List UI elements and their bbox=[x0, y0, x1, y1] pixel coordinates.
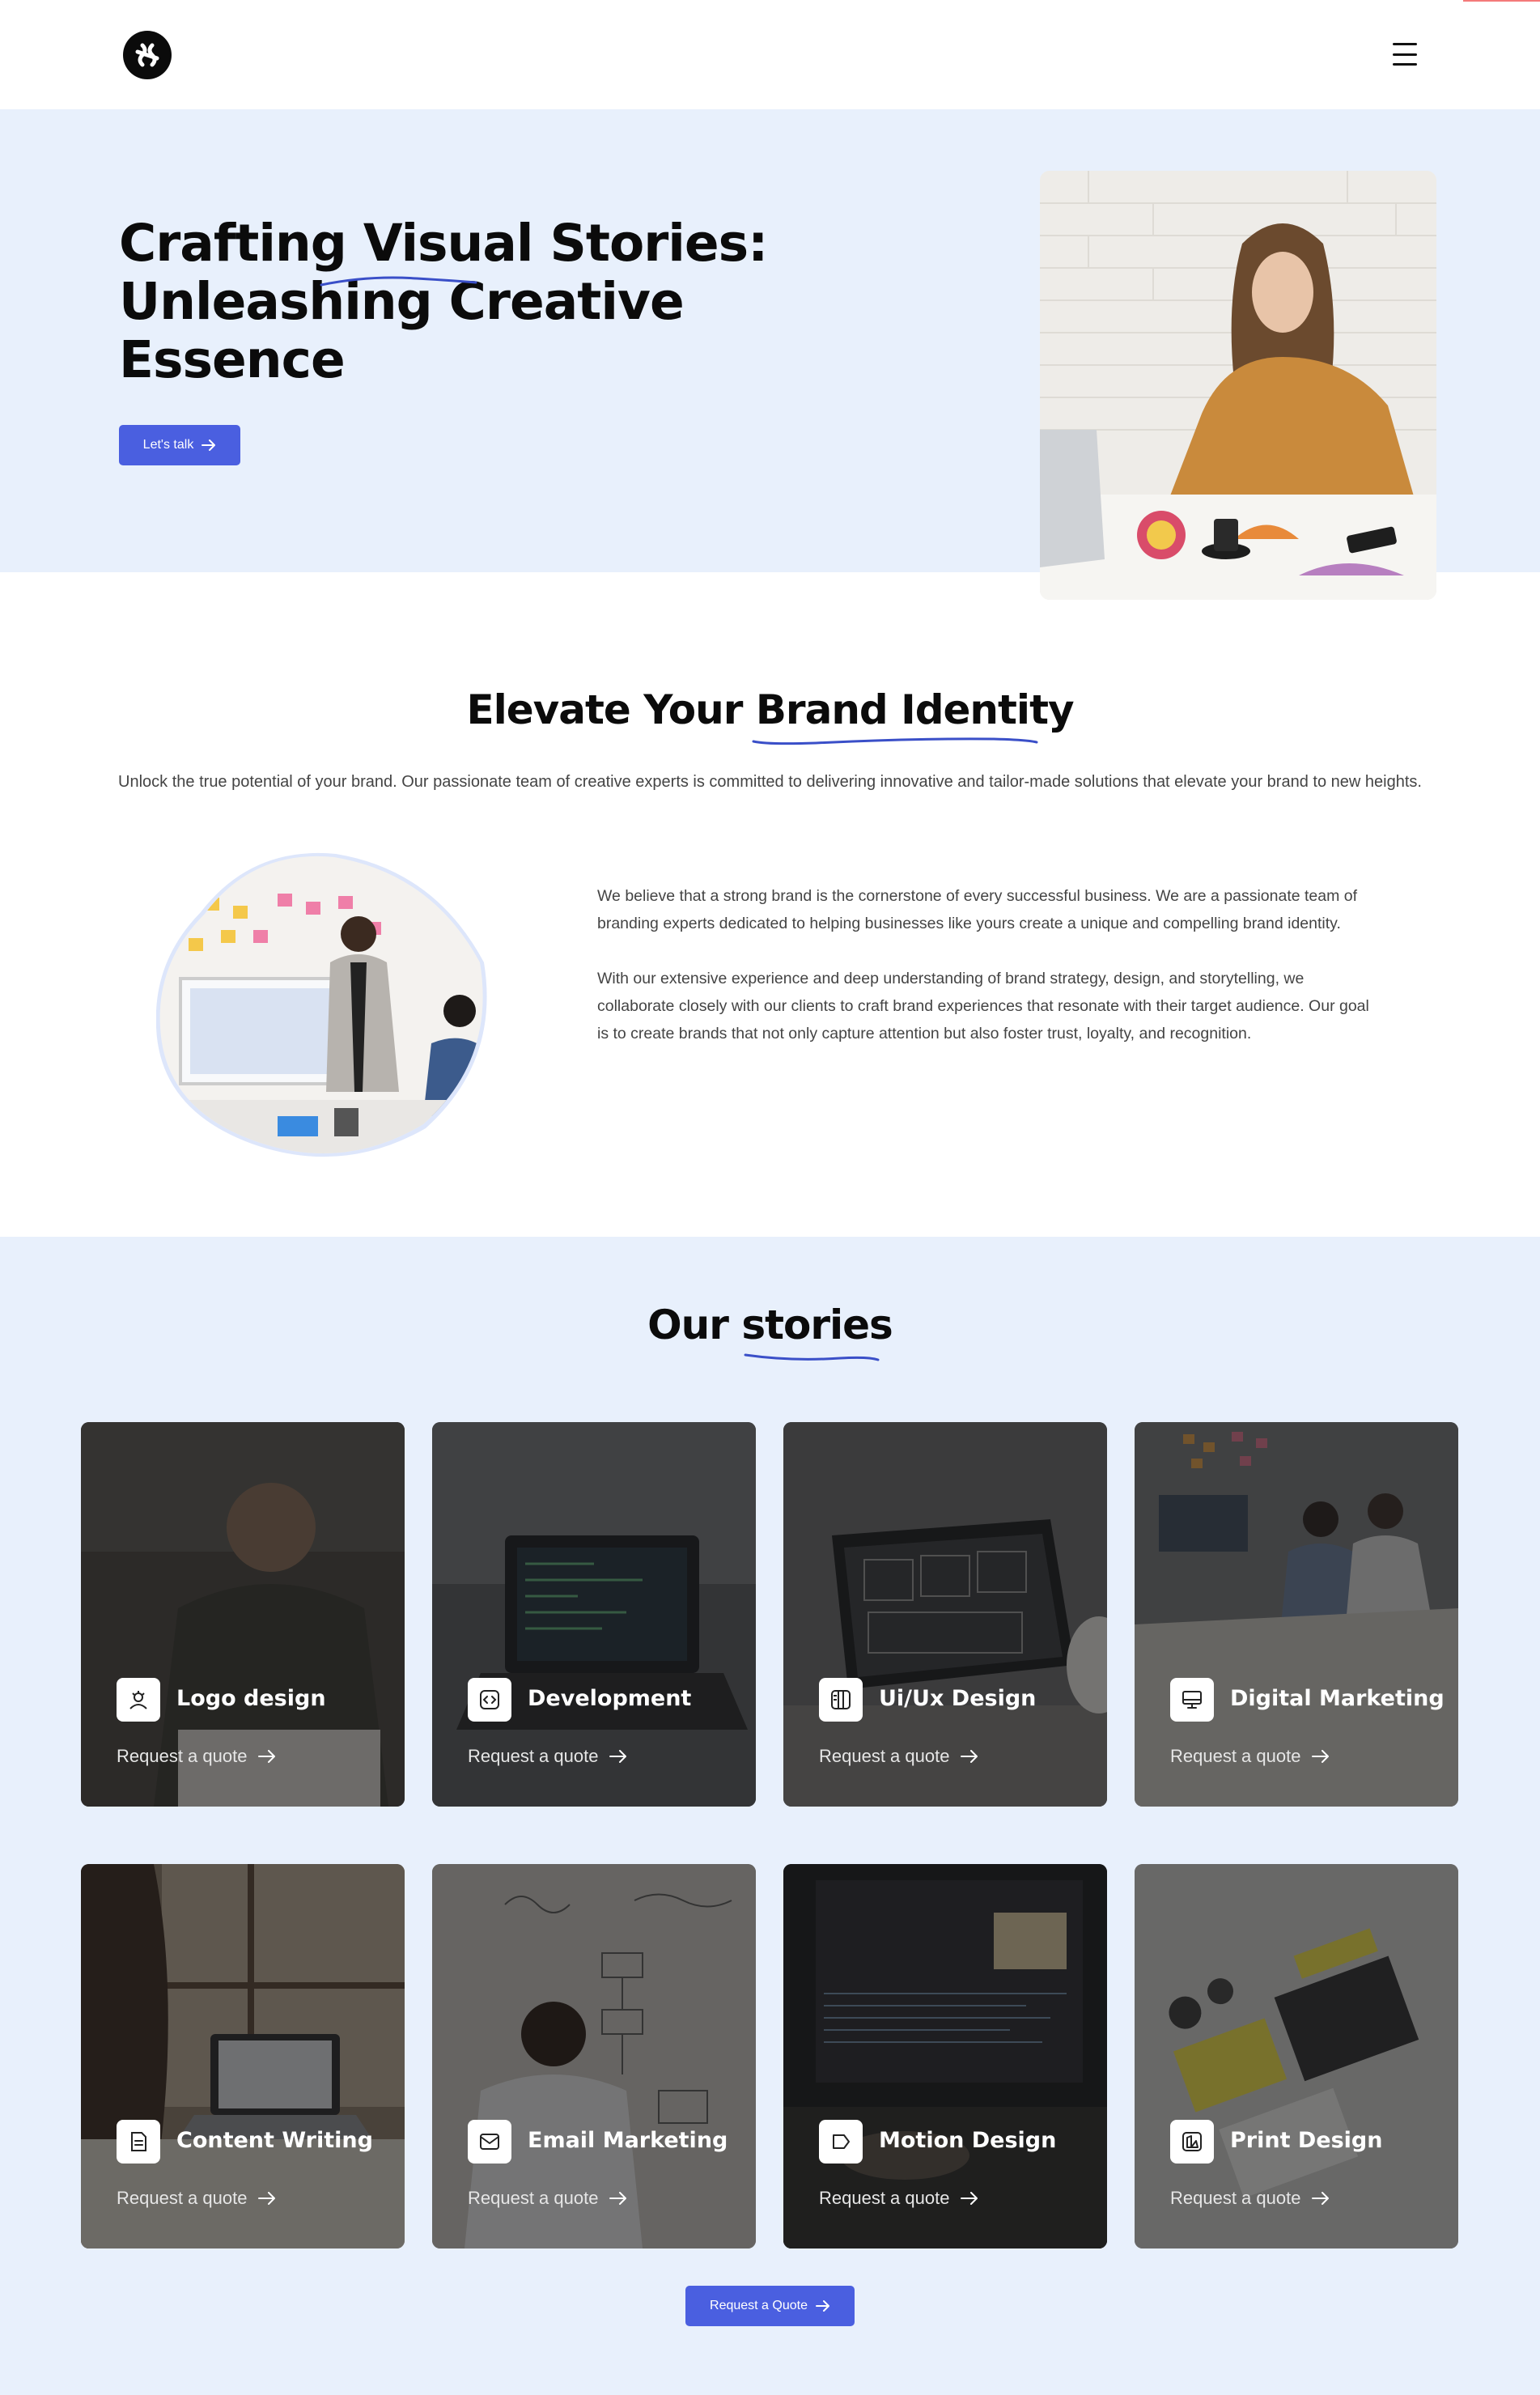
elevate-paragraph: With our extensive experience and deep u… bbox=[597, 970, 1369, 1043]
request-quote-link[interactable]: Request a quote bbox=[819, 1746, 978, 1767]
print-design-icon bbox=[1170, 2120, 1214, 2164]
arrow-right-icon bbox=[961, 2192, 978, 2205]
request-quote-label: Request a quote bbox=[468, 1746, 599, 1766]
menu-line bbox=[1393, 53, 1417, 56]
motion-tag-icon bbox=[819, 2120, 863, 2164]
card-title: Motion Design bbox=[879, 2128, 1057, 2153]
story-card-content-writing[interactable]: Content Writing Request a quote bbox=[81, 1864, 405, 2248]
card-title: Digital Marketing bbox=[1230, 1686, 1445, 1711]
team-meeting-photo bbox=[155, 849, 488, 1161]
story-card-ui-ux-design[interactable]: Ui/Ux Design Request a quote bbox=[783, 1422, 1107, 1807]
story-card-development[interactable]: Development Request a quote bbox=[432, 1422, 756, 1807]
request-quote-label: Request a quote bbox=[117, 1746, 248, 1766]
arrow-right-icon bbox=[258, 2192, 276, 2205]
elevate-paragraph: We believe that a strong brand is the co… bbox=[597, 887, 1358, 932]
arrow-right-icon bbox=[258, 1750, 276, 1763]
hero-photo bbox=[1040, 171, 1436, 600]
arrow-right-icon bbox=[815, 2300, 829, 2312]
story-card-digital-marketing[interactable]: Digital Marketing Request a quote bbox=[1135, 1422, 1458, 1807]
site-header bbox=[0, 0, 1540, 109]
arrow-right-icon bbox=[609, 1750, 627, 1763]
menu-line bbox=[1393, 43, 1417, 45]
elevate-title: Elevate Your Brand Identity bbox=[466, 686, 1074, 733]
request-quote-label: Request a quote bbox=[819, 2188, 950, 2208]
request-quote-link[interactable]: Request a quote bbox=[1170, 2188, 1330, 2209]
request-quote-link[interactable]: Request a quote bbox=[1170, 1746, 1330, 1767]
card-title: Ui/Ux Design bbox=[879, 1686, 1037, 1711]
request-quote-label: Request a quote bbox=[819, 1746, 950, 1766]
hamburger-menu-icon[interactable] bbox=[1390, 40, 1419, 68]
ui-ux-icon bbox=[819, 1678, 863, 1722]
request-quote-label: Request a quote bbox=[1170, 1746, 1301, 1766]
lets-talk-label: Let's talk bbox=[142, 438, 194, 452]
card-title: Email Marketing bbox=[528, 2128, 728, 2153]
stories-section: Our stories Logo design Request a quote … bbox=[0, 1237, 1540, 2395]
arrow-right-icon bbox=[1312, 2192, 1330, 2205]
story-card-email-marketing[interactable]: Email Marketing Request a quote bbox=[432, 1864, 756, 2248]
stories-title: Our stories bbox=[647, 1302, 893, 1348]
request-a-quote-button[interactable]: Request a Quote bbox=[685, 2286, 855, 2326]
story-card-logo-design[interactable]: Logo design Request a quote bbox=[81, 1422, 405, 1807]
code-icon bbox=[468, 1678, 511, 1722]
request-quote-link[interactable]: Request a quote bbox=[468, 2188, 627, 2209]
arrow-right-icon bbox=[609, 2192, 627, 2205]
hero-title-line: Essence bbox=[119, 330, 346, 389]
request-quote-link[interactable]: Request a quote bbox=[117, 2188, 276, 2209]
lets-talk-button[interactable]: Let's talk bbox=[119, 425, 240, 465]
request-quote-label: Request a quote bbox=[1170, 2188, 1301, 2208]
title-underline-squiggle bbox=[752, 737, 1038, 745]
top-accent-bar bbox=[1463, 0, 1540, 2]
story-card-motion-design[interactable]: Motion Design Request a quote bbox=[783, 1864, 1107, 2248]
hero-title: Crafting Visual Stories: Unleashing Crea… bbox=[119, 214, 768, 389]
elevate-intro: Unlock the true potential of your brand.… bbox=[118, 773, 1422, 791]
request-quote-label: Request a quote bbox=[117, 2188, 248, 2208]
request-quote-link[interactable]: Request a quote bbox=[819, 2188, 978, 2209]
arrow-right-icon bbox=[1312, 1750, 1330, 1763]
card-title: Print Design bbox=[1230, 2128, 1383, 2153]
page: Crafting Visual Stories: Unleashing Crea… bbox=[0, 0, 1540, 2395]
card-title: Content Writing bbox=[176, 2128, 373, 2153]
menu-line bbox=[1393, 63, 1417, 66]
arrow-right-icon bbox=[202, 440, 216, 451]
request-quote-label: Request a quote bbox=[468, 2188, 599, 2208]
hero-title-line: Crafting Visual Stories: bbox=[119, 214, 768, 273]
elevate-copy: We believe that a strong brand is the co… bbox=[597, 882, 1382, 1047]
request-quote-link[interactable]: Request a quote bbox=[117, 1746, 276, 1767]
request-quote-link[interactable]: Request a quote bbox=[468, 1746, 627, 1767]
request-a-quote-label: Request a Quote bbox=[710, 2299, 808, 2312]
title-underline-squiggle bbox=[744, 1353, 880, 1361]
logo-design-icon bbox=[117, 1678, 160, 1722]
email-icon bbox=[468, 2120, 511, 2164]
card-title: Development bbox=[528, 1686, 692, 1711]
monitor-icon bbox=[1170, 1678, 1214, 1722]
title-underline-squiggle bbox=[320, 276, 477, 287]
document-icon bbox=[117, 2120, 160, 2164]
brand-logo-icon[interactable] bbox=[123, 31, 172, 79]
arrow-right-icon bbox=[961, 1750, 978, 1763]
card-title: Logo design bbox=[176, 1686, 326, 1711]
story-card-print-design[interactable]: Print Design Request a quote bbox=[1135, 1864, 1458, 2248]
